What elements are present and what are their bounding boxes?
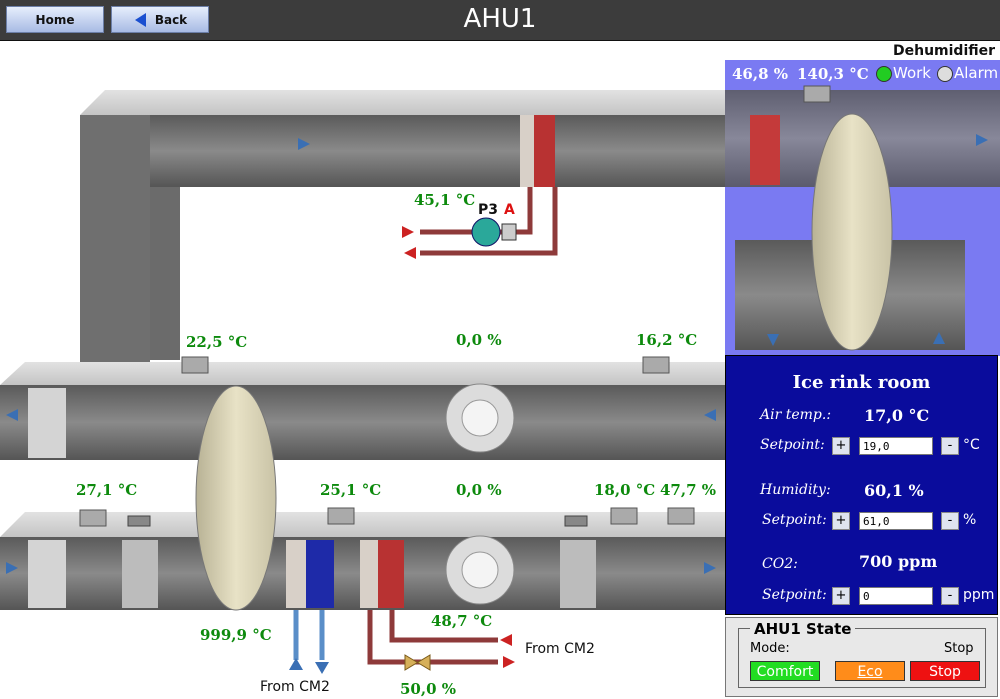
comfort-button[interactable]: Comfort xyxy=(750,661,820,681)
from-cm2-heating: From CM2 xyxy=(525,641,595,657)
eco-button[interactable]: Eco xyxy=(835,661,905,681)
setpoint-temp-input[interactable] xyxy=(859,437,933,455)
duct-left-vertical xyxy=(80,115,150,385)
dehumidifier-humidity: 46,8 % xyxy=(732,65,789,83)
cooling-coil xyxy=(306,540,334,608)
exhaust-duct xyxy=(0,385,725,460)
duct-riser xyxy=(150,187,180,360)
setpoint-temp-plus-button[interactable]: + xyxy=(832,437,850,455)
supply-filter-2 xyxy=(560,540,596,608)
work-indicator-icon xyxy=(876,66,892,82)
pump-name: P3 xyxy=(478,202,499,218)
heating-coil xyxy=(378,540,404,608)
cooling-temp: 999,9 °C xyxy=(200,626,272,644)
co2-value: 700 ppm xyxy=(859,552,938,571)
supply-temp-2: 18,0 °C xyxy=(594,481,656,499)
exhaust-fan-speed: 0,0 % xyxy=(456,331,502,349)
setpoint-temp-unit: °C xyxy=(963,437,980,453)
supply-humidity: 47,7 % xyxy=(660,481,717,499)
setpoint-co2-unit: ppm xyxy=(963,587,995,603)
heat-recovery-wheel xyxy=(195,385,277,611)
setpoint-humidity-unit: % xyxy=(963,512,977,528)
actuator-icon xyxy=(127,515,151,527)
setpoint-co2-plus-button[interactable]: + xyxy=(832,587,850,605)
humidity-value: 60,1 % xyxy=(864,481,924,500)
setpoint-temp-minus-button[interactable]: - xyxy=(941,437,959,455)
exhaust-temp: 22,5 °C xyxy=(186,333,248,351)
dehumidifier-temp: 140,3 °C xyxy=(797,65,869,83)
humidity-label: Humidity: xyxy=(760,482,831,498)
supply-damper xyxy=(28,540,66,608)
alarm-indicator-icon xyxy=(937,66,953,82)
mode-label: Mode: xyxy=(750,641,790,656)
setpoint-co2-label: Setpoint: xyxy=(762,587,827,603)
air-temp-value: 17,0 °C xyxy=(864,406,930,425)
arrow-left-icon xyxy=(404,247,416,259)
supply-filter xyxy=(122,540,158,608)
dehumidifier-heater xyxy=(750,115,780,185)
setpoint-co2-minus-button[interactable]: - xyxy=(941,587,959,605)
heating-temp: 48,7 °C xyxy=(431,612,493,630)
from-cm2-cooling: From CM2 xyxy=(260,679,330,695)
air-temp-label: Air temp.: xyxy=(760,407,832,423)
setpoint-humidity-input[interactable] xyxy=(859,512,933,530)
valve-icon xyxy=(404,654,431,671)
stop-button[interactable]: Stop xyxy=(910,661,980,681)
setpoint-co2-input[interactable] xyxy=(859,587,933,605)
exhaust-temp-2: 16,2 °C xyxy=(636,331,698,349)
exhaust-damper xyxy=(28,388,66,458)
mode-value: Stop xyxy=(944,641,974,656)
alarm-label: Alarm xyxy=(954,64,999,82)
outdoor-temp: 27,1 °C xyxy=(76,481,138,499)
supply-temp-1: 25,1 °C xyxy=(320,481,382,499)
pump-mode: A xyxy=(504,202,515,218)
setpoint-temp-label: Setpoint: xyxy=(760,437,825,453)
ahu-state-title: AHU1 State xyxy=(750,620,856,638)
arrow-right-icon xyxy=(402,226,414,238)
setpoint-humidity-label: Setpoint: xyxy=(762,512,827,528)
pump-p3-icon xyxy=(471,217,501,247)
ice-rink-panel: Ice rink room Air temp.: 17,0 °C Setpoin… xyxy=(725,355,998,615)
pump-temp: 45,1 °C xyxy=(414,191,476,209)
room-title: Ice rink room xyxy=(792,372,931,393)
co2-label: CO2: xyxy=(762,556,798,572)
setpoint-humidity-plus-button[interactable]: + xyxy=(832,512,850,530)
dehumidifier-title: Dehumidifier xyxy=(893,43,996,59)
ahu-state-panel: AHU1 State Mode: Stop Comfort Eco Stop xyxy=(725,617,998,697)
supply-fan-speed: 0,0 % xyxy=(456,481,502,499)
work-label: Work xyxy=(893,64,931,82)
setpoint-humidity-minus-button[interactable]: - xyxy=(941,512,959,530)
sensor-icon xyxy=(181,356,209,374)
exhaust-duct-top xyxy=(0,362,725,385)
valve-position: 50,0 % xyxy=(400,680,457,698)
dehumidifier-wheel xyxy=(811,113,893,351)
